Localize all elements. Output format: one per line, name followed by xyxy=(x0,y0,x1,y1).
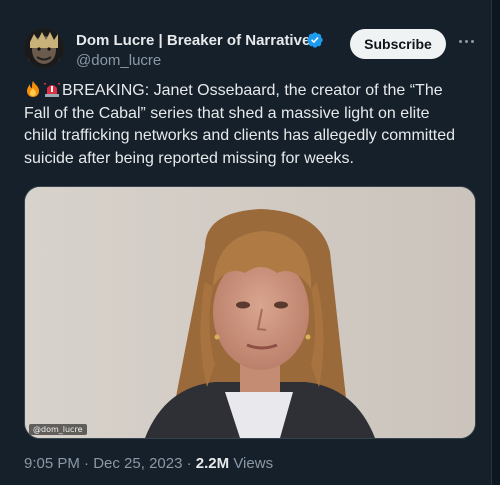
woman-portrait-image xyxy=(25,187,475,438)
post-time[interactable]: 9:05 PM xyxy=(24,455,80,472)
author-name[interactable]: Dom Lucre | Breaker of Narratives xyxy=(76,32,319,49)
fire-emoji xyxy=(27,81,39,97)
right-scrollbar-rail[interactable] xyxy=(491,0,500,485)
media-watermark: @dom_lucre xyxy=(29,424,87,435)
views-label: Views xyxy=(229,455,274,472)
meta-separator: · xyxy=(79,455,94,472)
meta-separator: · xyxy=(182,455,196,472)
avatar[interactable] xyxy=(24,28,64,68)
subscribe-button[interactable]: Subscribe xyxy=(350,29,446,59)
avatar-image xyxy=(24,28,64,68)
views-count: 2.2M xyxy=(195,455,230,472)
tweet-body: BREAKING: Janet Ossebaard, the creator o… xyxy=(24,82,456,167)
verified-badge-icon xyxy=(307,32,323,48)
tweet-text: BREAKING: Janet Ossebaard, the creator o… xyxy=(24,80,464,170)
tweet-video-thumbnail[interactable]: @dom_lucre xyxy=(24,186,476,439)
post-date[interactable]: Dec 25, 2023 xyxy=(93,455,182,472)
tweet: Dom Lucre | Breaker of Narratives @dom_l… xyxy=(0,0,500,485)
author-handle[interactable]: @dom_lucre xyxy=(76,52,161,69)
more-horizontal-icon[interactable] xyxy=(458,36,476,46)
police-light-emoji xyxy=(44,83,60,97)
tweet-meta: 9:05 PM · Dec 25, 2023 · 2.2M Views xyxy=(24,455,273,472)
